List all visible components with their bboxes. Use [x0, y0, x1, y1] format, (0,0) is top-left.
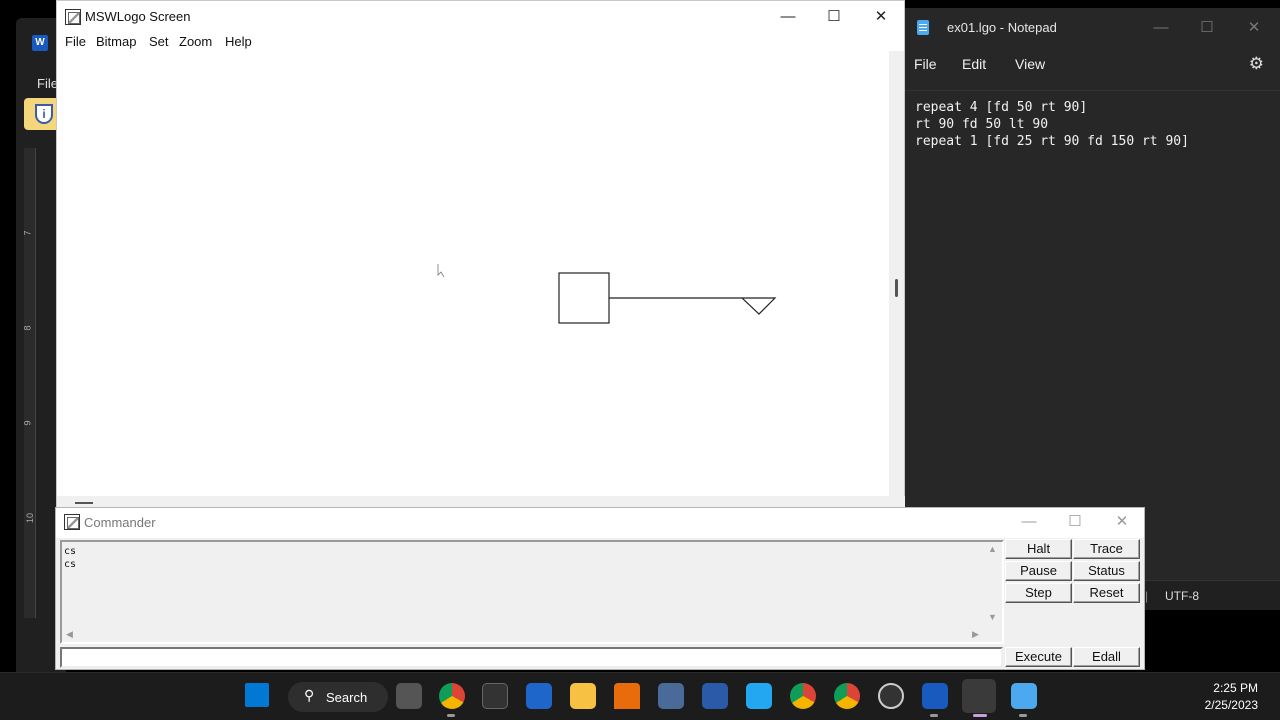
vscode-icon[interactable]	[746, 683, 772, 709]
taskbar: ⚲ Search 2:25 PM 2/25/2023	[0, 672, 1280, 720]
menu-zoom[interactable]: Zoom	[179, 34, 212, 49]
scroll-thumb[interactable]	[895, 279, 898, 297]
clock-time[interactable]: 2:25 PM	[1178, 681, 1258, 695]
menu-view[interactable]: View	[1015, 56, 1045, 72]
code-line: repeat 1 [fd 25 rt 90 fd 150 rt 90]	[915, 134, 1189, 149]
maximize-button[interactable]: ☐	[811, 5, 857, 29]
search-label: Search	[326, 690, 368, 705]
pause-button[interactable]: Pause	[1005, 561, 1072, 581]
powershell-icon[interactable]	[702, 683, 728, 709]
halt-button[interactable]: Halt	[1005, 539, 1072, 559]
search-icon: ⚲	[304, 687, 315, 703]
clock-date[interactable]: 2/25/2023	[1178, 698, 1258, 712]
running-indicator	[447, 714, 455, 717]
turtle-drawing	[437, 264, 777, 324]
scroll-down-arrow-icon[interactable]: ▼	[988, 612, 997, 622]
window-title: MSWLogo Screen	[85, 9, 191, 24]
ruler-number: 9	[22, 420, 33, 426]
menu-help[interactable]: Help	[225, 34, 252, 49]
word-icon: W	[32, 35, 48, 51]
title-bar[interactable]: MSWLogo Screen — ☐ ✕	[57, 1, 904, 33]
menu-file[interactable]: File	[914, 56, 937, 72]
scroll-up-arrow-icon[interactable]: ▲	[988, 544, 997, 554]
command-history[interactable]: cs cs	[60, 540, 1004, 644]
settings-gear-icon[interactable]: ⚙	[1249, 54, 1264, 74]
active-indicator	[973, 714, 987, 717]
word-icon[interactable]	[922, 683, 948, 709]
ruler-number: 10	[25, 512, 36, 524]
notepad-icon[interactable]	[1011, 683, 1037, 709]
mswlogo-icon[interactable]	[962, 679, 996, 713]
menu-bar: File Bitmap Set Zoom Help	[57, 33, 904, 53]
drawn-square	[558, 272, 610, 324]
trace-button[interactable]: Trace	[1073, 539, 1140, 559]
maximize-button[interactable]: ☐	[1187, 16, 1227, 40]
code-line: rt 90 fd 50 lt 90	[915, 117, 1049, 132]
mswlogo-app-icon	[65, 9, 81, 25]
search-box[interactable]: ⚲ Search	[288, 682, 388, 712]
mswlogo-screen-window: MSWLogo Screen — ☐ ✕ File Bitmap Set Zoo…	[56, 0, 906, 508]
menu-file[interactable]: File	[65, 34, 86, 49]
step-button[interactable]: Step	[1005, 583, 1072, 603]
close-button[interactable]: ✕	[858, 5, 904, 29]
notepad-icon	[917, 20, 929, 35]
menu-edit[interactable]: Edit	[962, 56, 986, 72]
mswlogo-app-icon	[64, 514, 80, 530]
task-view-icon[interactable]	[396, 683, 422, 709]
minimize-button[interactable]: —	[1006, 510, 1052, 534]
chrome-profile-3-icon[interactable]	[834, 683, 860, 709]
mouse-cursor-icon	[437, 264, 445, 278]
ruler-number: 8	[22, 325, 33, 331]
command-input[interactable]	[60, 647, 1003, 668]
encoding-status: UTF-8	[1165, 589, 1199, 603]
close-button[interactable]: ✕	[1234, 16, 1274, 40]
title-bar[interactable]: ex01.lgo - Notepad — ☐ ✕	[905, 8, 1280, 48]
terminal-icon[interactable]	[482, 683, 508, 709]
window-title: Commander	[84, 515, 156, 530]
vertical-ruler	[24, 148, 36, 618]
vlc-icon[interactable]	[614, 683, 640, 709]
turtle-canvas[interactable]	[57, 51, 890, 494]
photos-icon[interactable]	[526, 683, 552, 709]
code-line: repeat 4 [fd 50 rt 90]	[915, 100, 1088, 115]
menu-bitmap[interactable]: Bitmap	[96, 34, 136, 49]
status-button[interactable]: Status	[1073, 561, 1140, 581]
chrome-icon[interactable]	[439, 683, 465, 709]
title-bar[interactable]: Commander — ☐ ✕	[56, 508, 1144, 538]
maximize-button[interactable]: ☐	[1052, 510, 1098, 534]
chrome-profile-2-icon[interactable]	[790, 683, 816, 709]
reset-button[interactable]: Reset	[1073, 583, 1140, 603]
execute-button[interactable]: Execute	[1005, 647, 1072, 667]
commander-window: Commander — ☐ ✕ cs cs ▲ ▼ ◀ ▶ Halt Trace…	[55, 507, 1145, 670]
minimize-button[interactable]: —	[765, 5, 811, 29]
running-indicator	[930, 714, 938, 717]
scroll-thumb[interactable]	[75, 502, 93, 504]
close-button[interactable]: ✕	[1099, 510, 1145, 534]
vertical-scrollbar[interactable]	[889, 51, 904, 496]
history-line: cs	[64, 546, 77, 557]
menu-set[interactable]: Set	[149, 34, 169, 49]
edall-button[interactable]: Edall	[1073, 647, 1140, 667]
scroll-right-arrow-icon[interactable]: ▶	[972, 629, 979, 640]
drawn-line-with-triangle	[609, 297, 777, 315]
running-indicator	[1019, 714, 1027, 717]
window-title: ex01.lgo - Notepad	[947, 20, 1057, 35]
ruler-number: 7	[22, 230, 33, 236]
status-separator: |	[1145, 589, 1149, 603]
minimize-button[interactable]: —	[1141, 16, 1181, 40]
obs-icon[interactable]	[878, 683, 904, 709]
calculator-icon[interactable]	[658, 683, 684, 709]
menu-bar: File Edit View ⚙	[905, 48, 1280, 84]
scroll-left-arrow-icon[interactable]: ◀	[66, 629, 73, 640]
start-icon[interactable]	[245, 683, 269, 707]
history-line: cs	[64, 559, 77, 570]
file-explorer-icon[interactable]	[570, 683, 596, 709]
word-file-menu[interactable]: File	[37, 76, 58, 91]
